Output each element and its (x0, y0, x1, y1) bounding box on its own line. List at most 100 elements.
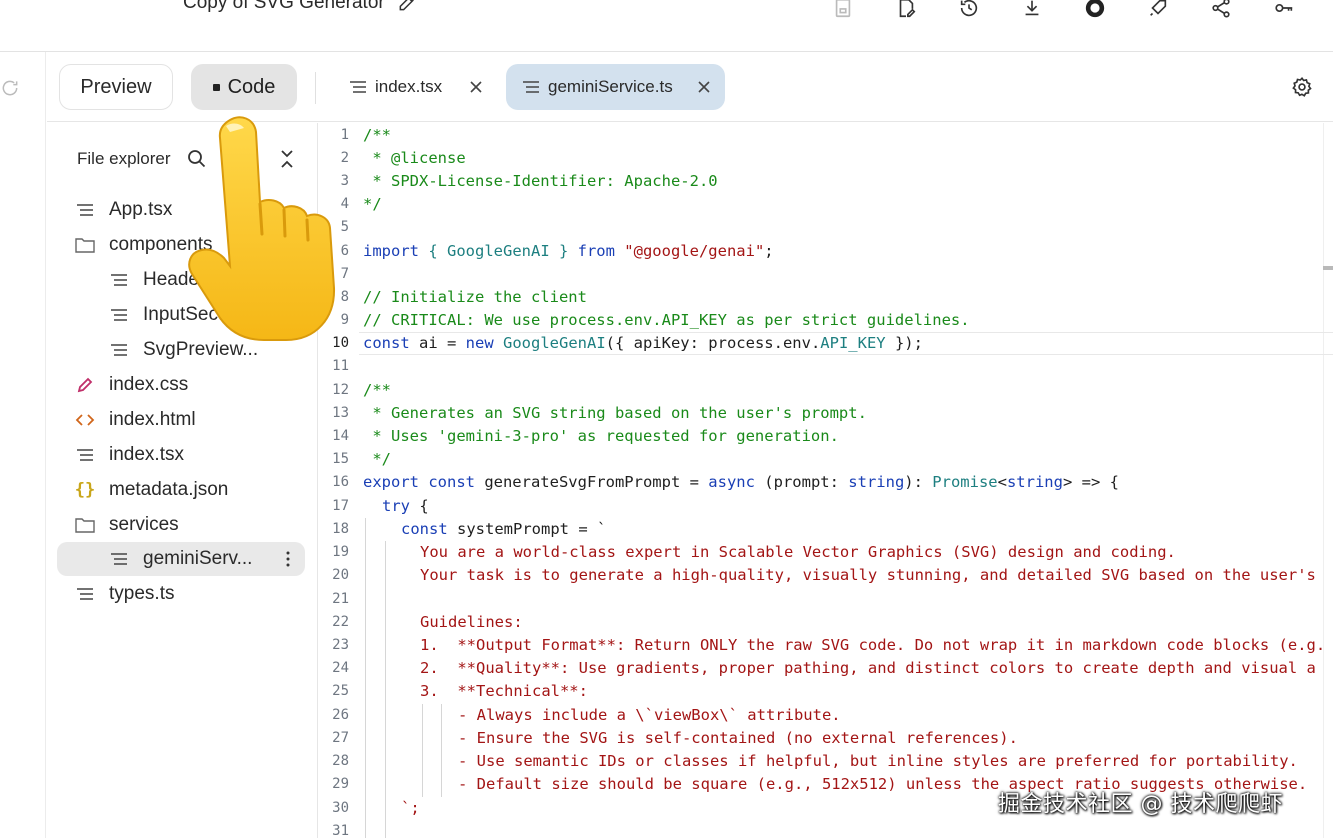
save-icon[interactable] (811, 0, 874, 22)
file-lines-icon (523, 81, 539, 93)
share-icon[interactable] (1189, 0, 1252, 22)
tree-item-label: services (109, 514, 179, 535)
code-token: { GoogleGenAI } (419, 242, 578, 260)
tree-item-app-tsx[interactable]: App.tsx (75, 193, 172, 227)
line-number: 27 (332, 730, 349, 746)
tree-item-index-tsx[interactable]: index.tsx (75, 438, 184, 472)
code-token: string (1006, 473, 1063, 491)
watermark: 掘金技术社区 @ 技术爬爬虾 (998, 792, 1283, 817)
code-line: 3. **Technical**: (420, 682, 588, 700)
line-number: 29 (332, 776, 349, 792)
tab-label: index.tsx (375, 77, 443, 96)
code-line: `; (401, 799, 420, 817)
code-line: - Always include a \`viewBox\` attribute… (458, 706, 841, 724)
code-token: ai = (409, 334, 466, 352)
file-lines-icon (75, 200, 95, 220)
deploy-rocket-icon[interactable] (1126, 0, 1189, 22)
github-icon[interactable] (1063, 0, 1126, 22)
tree-item-label: index.css (109, 374, 189, 395)
line-number: 11 (332, 358, 349, 374)
line-number: 9 (340, 312, 349, 328)
folder-icon (75, 515, 95, 535)
project-title: Copy of SVG Generator (183, 0, 417, 14)
settings-gear-icon[interactable] (1291, 76, 1313, 98)
close-tab-icon[interactable] (697, 80, 711, 94)
indent-guide (441, 704, 442, 797)
code-token: }); (885, 334, 923, 352)
code-token: ({ apiKey: process.env. (605, 334, 821, 352)
file-lines-icon (109, 305, 129, 325)
key-icon[interactable] (1252, 0, 1315, 22)
code-line: // CRITICAL: We use process.env.API_KEY … (363, 311, 970, 329)
json-braces-icon: {} (74, 480, 96, 500)
code-token: const (401, 520, 448, 538)
tree-item-index-css[interactable]: index.css (75, 368, 188, 402)
tab-index-tsx[interactable]: index.tsx (337, 64, 497, 110)
scrollbar-marker (1323, 266, 1333, 270)
close-tab-icon[interactable] (469, 80, 483, 94)
code-line: /** (363, 126, 391, 144)
line-number: 7 (340, 266, 349, 282)
line-number: 24 (332, 660, 349, 676)
code-editor[interactable]: 1 2 3 4 5 6 7 8 9 10 11 12 13 14 15 16 1… (319, 123, 1333, 838)
line-number: 15 (332, 451, 349, 467)
refresh-icon[interactable] (0, 78, 20, 98)
code-token: const (363, 334, 410, 352)
code-line: import { GoogleGenAI } from "@google/gen… (363, 240, 774, 263)
divider (315, 72, 316, 104)
code-line: // Initialize the client (363, 288, 587, 306)
line-number: 5 (340, 219, 349, 235)
file-lines-icon (350, 81, 366, 93)
line-number: 16 (332, 474, 349, 490)
preview-toggle-button[interactable]: Preview (59, 64, 173, 110)
line-number: 18 (332, 521, 349, 537)
code-line: const systemPrompt = ` (401, 518, 606, 541)
code-token: ; (764, 242, 774, 260)
code-token: try (382, 497, 410, 515)
line-number: 13 (332, 405, 349, 421)
line-number: 17 (332, 498, 349, 514)
indent-guide (385, 541, 386, 838)
code-line: export const generateSvgFromPrompt = asy… (363, 471, 1119, 494)
code-line: */ (363, 195, 382, 213)
tree-item-label: metadata.json (109, 479, 229, 500)
file-lines-icon (75, 584, 95, 604)
code-token: "@google/genai" (614, 242, 765, 260)
code-line: const ai = new GoogleGenAI({ apiKey: pro… (363, 332, 923, 355)
tree-item-label: types.ts (109, 583, 175, 604)
tree-item-metadata-json[interactable]: {} metadata.json (74, 473, 229, 507)
more-options-icon[interactable] (285, 550, 291, 568)
code-token: from (577, 242, 615, 260)
tree-item-label: index.tsx (109, 444, 184, 465)
file-explorer-title: File explorer (77, 149, 171, 168)
tree-item-types-ts[interactable]: types.ts (75, 577, 174, 611)
html-brackets-icon (75, 410, 95, 430)
tab-label: geminiService.ts (548, 77, 673, 96)
file-lines-icon (109, 270, 129, 290)
line-number: 19 (332, 544, 349, 560)
line-number: 26 (332, 707, 349, 723)
tree-item-label: geminiServ... (143, 548, 253, 569)
code-line: /** (363, 381, 391, 399)
editor-scrollbar[interactable] (1323, 123, 1333, 838)
rename-pencil-icon[interactable] (397, 0, 417, 13)
left-rail (0, 52, 46, 838)
edit-file-icon[interactable] (874, 0, 937, 22)
code-token: > => { (1062, 473, 1119, 491)
code-token: import (363, 242, 419, 260)
pencil-file-icon (75, 375, 95, 395)
download-icon[interactable] (1000, 0, 1063, 22)
tab-geminiservice-ts[interactable]: geminiService.ts (506, 64, 725, 110)
code-token: Promise (932, 473, 998, 491)
tree-item-geminiservice-ts[interactable]: geminiServ... (57, 542, 305, 576)
history-icon[interactable] (937, 0, 1000, 22)
tree-item-index-html[interactable]: index.html (75, 403, 196, 437)
code-toggle-button[interactable]: Code (191, 64, 297, 110)
code-line: * Uses 'gemini-3-pro' as requested for g… (363, 427, 839, 445)
code-line: * @license (363, 149, 466, 167)
tree-item-label: App.tsx (109, 199, 173, 220)
line-number: 30 (332, 800, 349, 816)
line-number: 23 (332, 637, 349, 653)
tree-item-services[interactable]: services (75, 508, 179, 542)
top-bar: Copy of SVG Generator (0, 0, 1333, 52)
